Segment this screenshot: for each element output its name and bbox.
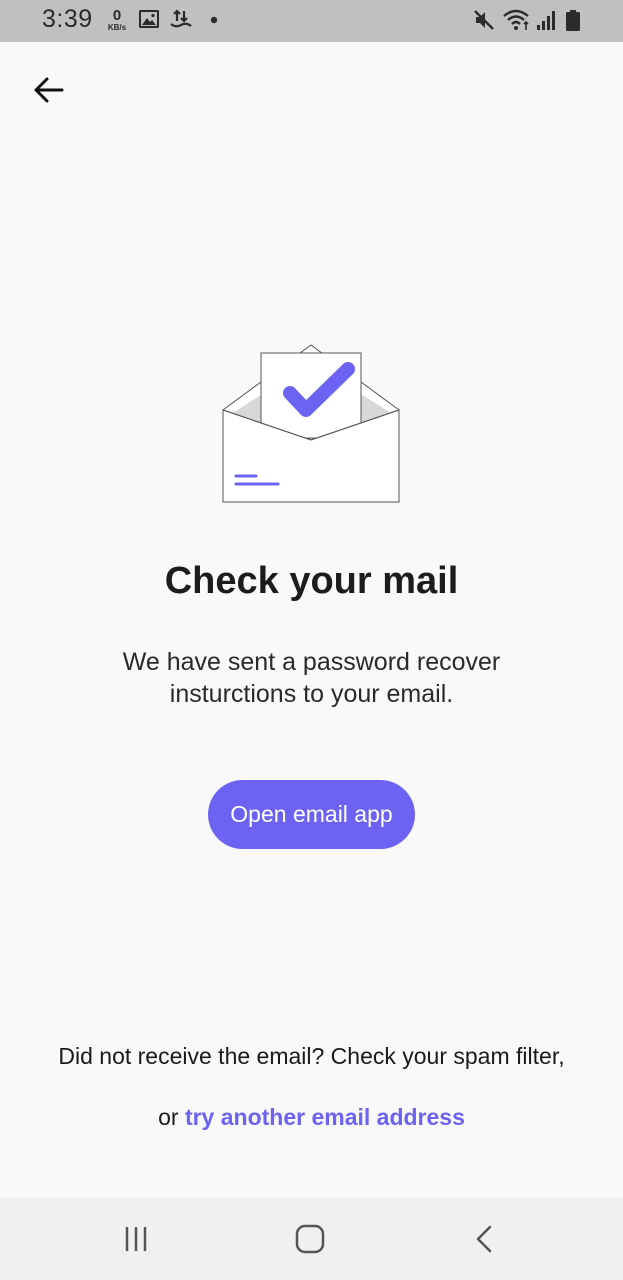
spam-filter-hint: Did not receive the email? Check your sp… bbox=[58, 1043, 565, 1069]
home-button[interactable] bbox=[280, 1215, 340, 1263]
wifi-icon bbox=[503, 9, 529, 30]
page-subtitle: We have sent a password recover insturct… bbox=[122, 648, 501, 708]
status-bar: 3:39 0 KB/s bbox=[0, 0, 623, 42]
open-email-app-label: Open email app bbox=[230, 801, 393, 827]
status-time: 3:39 bbox=[42, 5, 93, 33]
data-transfer-icon bbox=[170, 9, 192, 28]
email-check-icon bbox=[222, 344, 400, 503]
gallery-icon bbox=[139, 10, 159, 28]
signal-icon bbox=[537, 11, 555, 30]
try-another-email-link[interactable]: try another email address bbox=[185, 1104, 465, 1130]
notification-dot-icon bbox=[210, 16, 218, 24]
try-another-email-row: or try another email address bbox=[0, 1104, 623, 1131]
recent-apps-icon bbox=[125, 1227, 147, 1251]
email-illustration bbox=[178, 338, 448, 523]
battery-icon bbox=[566, 10, 580, 31]
mute-icon bbox=[474, 10, 494, 30]
back-icon bbox=[476, 1225, 492, 1253]
network-speed-value: 0 bbox=[112, 7, 122, 24]
nav-back-button[interactable] bbox=[455, 1215, 515, 1263]
recent-apps-button[interactable] bbox=[106, 1215, 166, 1263]
open-email-app-button[interactable]: Open email app bbox=[208, 780, 415, 849]
back-button[interactable] bbox=[24, 66, 74, 114]
network-speed-indicator: 0 KB/s bbox=[104, 8, 130, 34]
network-speed-unit: KB/s bbox=[107, 23, 127, 32]
home-icon bbox=[295, 1224, 325, 1254]
page-title: Check your mail bbox=[164, 560, 459, 602]
system-nav-bar bbox=[0, 1197, 623, 1280]
or-text: or bbox=[158, 1104, 185, 1130]
arrow-left-icon bbox=[34, 77, 64, 103]
